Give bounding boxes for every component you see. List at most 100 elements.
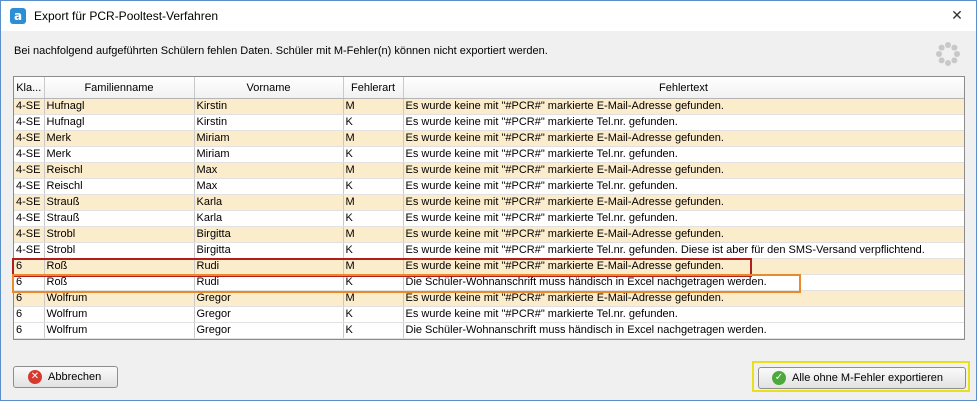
cell-error-type: M	[343, 194, 404, 211]
cancel-button[interactable]: ✕ Abbrechen	[13, 366, 118, 388]
loading-spinner-icon	[936, 42, 960, 66]
table-row[interactable]: 4-SE Reischl Max K Es wurde keine mit "#PCR#…	[14, 178, 964, 195]
cell-family-name: Strobl	[44, 226, 195, 243]
table-row[interactable]: 4-SE Hufnagl Kirstin M Es wurde keine mit "#…	[14, 98, 964, 115]
cell-error-text: Es wurde keine mit "#PCR#" markierte Tel…	[403, 306, 964, 323]
cell-first-name: Birgitta	[194, 242, 344, 259]
cell-first-name: Kirstin	[194, 114, 344, 131]
cell-class: 6	[14, 306, 45, 323]
cell-error-text: Es wurde keine mit "#PCR#" markierte E-M…	[403, 226, 964, 243]
export-button[interactable]: ✓ Alle ohne M-Fehler exportieren	[758, 367, 966, 389]
table-row[interactable]: 4-SE Reischl Max M Es wurde keine mit "#PCR#…	[14, 162, 964, 179]
table-row[interactable]: 4-SE Hufnagl Kirstin K Es wurde keine mit "#…	[14, 114, 964, 131]
table-row[interactable]: 4-SE Strauß Karla K Es wurde keine mit "#PCR…	[14, 210, 964, 227]
column-header-family-name[interactable]: Familienname	[44, 77, 195, 99]
cell-first-name: Rudi	[194, 258, 344, 275]
cell-error-type: K	[343, 210, 404, 227]
cell-error-type: M	[343, 226, 404, 243]
column-header-class[interactable]: Kla...	[14, 77, 45, 99]
table-row[interactable]: 6 Wolfrum Gregor K Die Schüler-Wohnanschrift…	[14, 322, 964, 339]
cell-family-name: Reischl	[44, 162, 195, 179]
cell-error-text: Es wurde keine mit "#PCR#" markierte Tel…	[403, 146, 964, 163]
cell-class: 6	[14, 322, 45, 339]
info-message: Bei nachfolgend aufgeführten Schülern fe…	[14, 45, 548, 57]
cell-error-type: K	[343, 322, 404, 339]
cell-class: 6	[14, 274, 45, 291]
cell-class: 4-SE	[14, 162, 45, 179]
cell-family-name: Wolfrum	[44, 322, 195, 339]
cell-class: 4-SE	[14, 130, 45, 147]
cell-error-type: M	[343, 130, 404, 147]
table-row[interactable]: 4-SE Strobl Birgitta M Es wurde keine mit "#…	[14, 226, 964, 243]
cell-first-name: Max	[194, 178, 344, 195]
table-header: Kla... Familienname Vorname Fehlerart Fehler…	[14, 77, 964, 99]
cell-class: 4-SE	[14, 226, 45, 243]
export-dialog: a Export für PCR-Pooltest-Verfahren ✕ Be…	[0, 0, 977, 401]
table-row[interactable]: 6 Roß Rudi K Die Schüler-Wohnanschrift muss …	[14, 274, 964, 291]
cell-error-text: Es wurde keine mit "#PCR#" markierte E-M…	[403, 258, 964, 275]
cell-first-name: Miriam	[194, 146, 344, 163]
cell-error-type: M	[343, 290, 404, 307]
close-button[interactable]: ✕	[946, 6, 968, 26]
cell-error-text: Es wurde keine mit "#PCR#" markierte Tel…	[403, 242, 964, 259]
cell-family-name: Wolfrum	[44, 306, 195, 323]
table-row[interactable]: 4-SE Merk Miriam M Es wurde keine mit "#PCR#…	[14, 130, 964, 147]
cell-class: 4-SE	[14, 146, 45, 163]
cell-first-name: Gregor	[194, 290, 344, 307]
cell-family-name: Wolfrum	[44, 290, 195, 307]
cell-class: 4-SE	[14, 242, 45, 259]
title-bar: a Export für PCR-Pooltest-Verfahren ✕	[1, 1, 976, 31]
table-row[interactable]: 4-SE Strauß Karla M Es wurde keine mit "#PCR…	[14, 194, 964, 211]
error-table[interactable]: Kla... Familienname Vorname Fehlerart Fehler…	[13, 76, 965, 340]
cell-error-type: K	[343, 306, 404, 323]
cell-first-name: Max	[194, 162, 344, 179]
cell-class: 4-SE	[14, 178, 45, 195]
cell-first-name: Kirstin	[194, 98, 344, 115]
cell-error-type: K	[343, 114, 404, 131]
cell-first-name: Birgitta	[194, 226, 344, 243]
cell-class: 6	[14, 290, 45, 307]
cell-error-text: Es wurde keine mit "#PCR#" markierte E-M…	[403, 290, 964, 307]
cell-error-text: Es wurde keine mit "#PCR#" markierte Tel…	[403, 178, 964, 195]
cell-class: 4-SE	[14, 98, 45, 115]
cell-family-name: Merk	[44, 146, 195, 163]
cell-error-type: K	[343, 242, 404, 259]
cancel-icon: ✕	[28, 370, 42, 384]
cell-error-type: K	[343, 146, 404, 163]
cell-family-name: Strobl	[44, 242, 195, 259]
table-row[interactable]: 6 Wolfrum Gregor M Es wurde keine mit "#PCR#…	[14, 290, 964, 307]
cell-first-name: Gregor	[194, 322, 344, 339]
cell-first-name: Karla	[194, 194, 344, 211]
cell-error-type: K	[343, 274, 404, 291]
cell-error-text: Es wurde keine mit "#PCR#" markierte E-M…	[403, 194, 964, 211]
table-row[interactable]: 4-SE Strobl Birgitta K Es wurde keine mit "#…	[14, 242, 964, 259]
cell-error-text: Es wurde keine mit "#PCR#" markierte E-M…	[403, 130, 964, 147]
table-row[interactable]: 6 Wolfrum Gregor K Es wurde keine mit "#PCR#…	[14, 306, 964, 323]
cell-family-name: Roß	[44, 258, 195, 275]
cell-error-type: M	[343, 162, 404, 179]
column-header-error-type[interactable]: Fehlerart	[343, 77, 404, 99]
cell-class: 4-SE	[14, 210, 45, 227]
cell-family-name: Strauß	[44, 194, 195, 211]
cancel-button-label: Abbrechen	[48, 371, 102, 383]
cell-family-name: Merk	[44, 130, 195, 147]
check-icon: ✓	[772, 371, 786, 385]
window-title: Export für PCR-Pooltest-Verfahren	[34, 9, 219, 23]
table-row[interactable]: 4-SE Merk Miriam K Es wurde keine mit "#PCR#…	[14, 146, 964, 163]
cell-error-type: M	[343, 258, 404, 275]
cell-error-text: Die Schüler-Wohnanschrift muss händisch …	[403, 274, 964, 291]
column-header-first-name[interactable]: Vorname	[194, 77, 344, 99]
cell-error-text: Es wurde keine mit "#PCR#" markierte E-M…	[403, 98, 964, 115]
column-header-error-text[interactable]: Fehlertext	[403, 77, 964, 99]
cell-error-type: K	[343, 178, 404, 195]
cell-family-name: Strauß	[44, 210, 195, 227]
cell-error-type: M	[343, 98, 404, 115]
cell-error-text: Die Schüler-Wohnanschrift muss händisch …	[403, 322, 964, 339]
cell-class: 6	[14, 258, 45, 275]
cell-family-name: Reischl	[44, 178, 195, 195]
cell-first-name: Karla	[194, 210, 344, 227]
cell-first-name: Miriam	[194, 130, 344, 147]
cell-family-name: Hufnagl	[44, 114, 195, 131]
table-row[interactable]: 6 Roß Rudi M Es wurde keine mit "#PCR#" mark…	[14, 258, 964, 275]
cell-error-text: Es wurde keine mit "#PCR#" markierte E-M…	[403, 162, 964, 179]
